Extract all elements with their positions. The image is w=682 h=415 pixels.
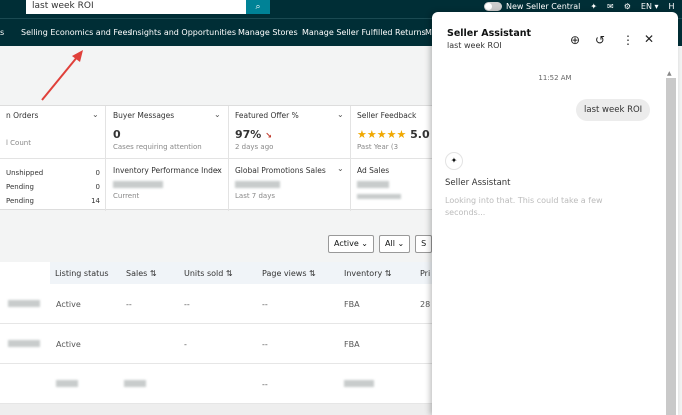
sparkle-icon[interactable]: ✦ [590, 2, 597, 11]
table-row[interactable]: Active -- -- -- FBA 28 [0, 284, 432, 324]
nav-item[interactable]: Insights and Opportunities [130, 28, 236, 37]
filters: Active ⌄ All ⌄ S [328, 235, 433, 253]
history-icon[interactable]: ↺ [595, 33, 605, 47]
message-timestamp: 11:52 AM [538, 74, 572, 82]
nav-item[interactable]: Manage Seller Fulfilled Returns [302, 28, 426, 37]
chevron-down-icon[interactable]: ⌄ [337, 110, 344, 119]
chevron-down-icon[interactable]: ⌄ [214, 110, 221, 119]
chevron-down-icon[interactable]: ⌄ [214, 164, 221, 173]
list-item[interactable]: Pending 14 [6, 194, 100, 208]
col-inventory[interactable]: Inventory ⇅ [344, 269, 391, 278]
scroll-up-icon[interactable]: ▲ [667, 70, 672, 77]
chevron-down-icon[interactable]: ⌄ [92, 110, 99, 119]
star-rating: ★★★★★ [357, 128, 407, 141]
listings-table: Listing status Sales ⇅ Units sold ⇅ Page… [0, 262, 432, 415]
type-filter[interactable]: All ⌄ [379, 235, 411, 253]
status-filter[interactable]: Active ⌄ [328, 235, 374, 253]
table-row[interactable]: -- [0, 364, 432, 404]
global-promotions-card[interactable]: Global Promotions Sales Last 7 days [235, 166, 326, 200]
chevron-down-icon[interactable]: ⌄ [337, 164, 344, 173]
table-header: Listing status Sales ⇅ Units sold ⇅ Page… [50, 262, 432, 284]
list-item[interactable]: Unshipped 0 [6, 166, 100, 180]
annotation-arrow [41, 50, 83, 101]
new-chat-icon[interactable]: ⊕ [570, 33, 580, 47]
featured-offer-card[interactable]: Featured Offer % 97% ↘ 2 days ago [235, 111, 299, 151]
seller-feedback-card[interactable]: Seller Feedback ★★★★★ 5.0 Past Year (3 [357, 111, 430, 151]
top-right-controls: New Seller Central ✦ ✉ ⚙ EN ▾ H [484, 0, 675, 12]
search-icon: ⌕ [255, 2, 261, 12]
col-sales[interactable]: Sales ⇅ [126, 269, 157, 278]
ad-sales-card[interactable]: Ad Sales [357, 166, 401, 201]
orders-card[interactable]: n Orders l Count [6, 111, 100, 147]
panel-scrollbar[interactable] [666, 78, 676, 415]
panel-subtitle: last week ROI [447, 41, 502, 50]
gear-icon[interactable]: ⚙ [624, 2, 631, 11]
ipi-card[interactable]: Inventory Performance Index Current [113, 166, 222, 200]
help-link[interactable]: H [669, 2, 675, 11]
nav-item[interactable]: Manage Stores [238, 28, 298, 37]
col-listing-status: Listing status [55, 269, 109, 278]
close-icon[interactable]: ✕ [644, 32, 654, 46]
seller-assistant-panel: Seller Assistant last week ROI ⊕ ↺ ⋮ ✕ 1… [432, 12, 678, 415]
table-row[interactable]: Active - -- FBA [0, 324, 432, 364]
col-units-sold[interactable]: Units sold ⇅ [184, 269, 233, 278]
bot-name: Seller Assistant [445, 178, 511, 188]
toggle-label: New Seller Central [506, 1, 581, 11]
bot-message: Looking into that. This could take a few… [445, 196, 603, 217]
buyer-messages-card[interactable]: Buyer Messages 0 Cases requiring attention [113, 111, 202, 151]
dashboard-cards: n Orders l Count ⌄ Unshipped 0 Pending 0 P… [0, 105, 432, 211]
new-seller-central-toggle[interactable] [484, 1, 502, 11]
user-message: last week ROI [576, 99, 651, 121]
search-button[interactable]: ⌕ [246, 0, 270, 14]
mail-icon[interactable]: ✉ [607, 2, 614, 11]
nav-item[interactable]: M [425, 28, 432, 37]
sort-filter[interactable]: S [415, 235, 433, 253]
col-page-views[interactable]: Page views ⇅ [262, 269, 316, 278]
language-select[interactable]: EN ▾ [641, 2, 659, 11]
assistant-sparkle-icon: ✦ [445, 152, 463, 170]
col-price: Pri [420, 269, 431, 278]
more-options-icon[interactable]: ⋮ [622, 33, 634, 47]
orders-status-list: Unshipped 0 Pending 0 Pending 14 [6, 166, 100, 208]
trend-down-icon: ↘ [265, 131, 272, 140]
panel-title: Seller Assistant [447, 28, 532, 39]
list-item[interactable]: Pending 0 [6, 180, 100, 194]
